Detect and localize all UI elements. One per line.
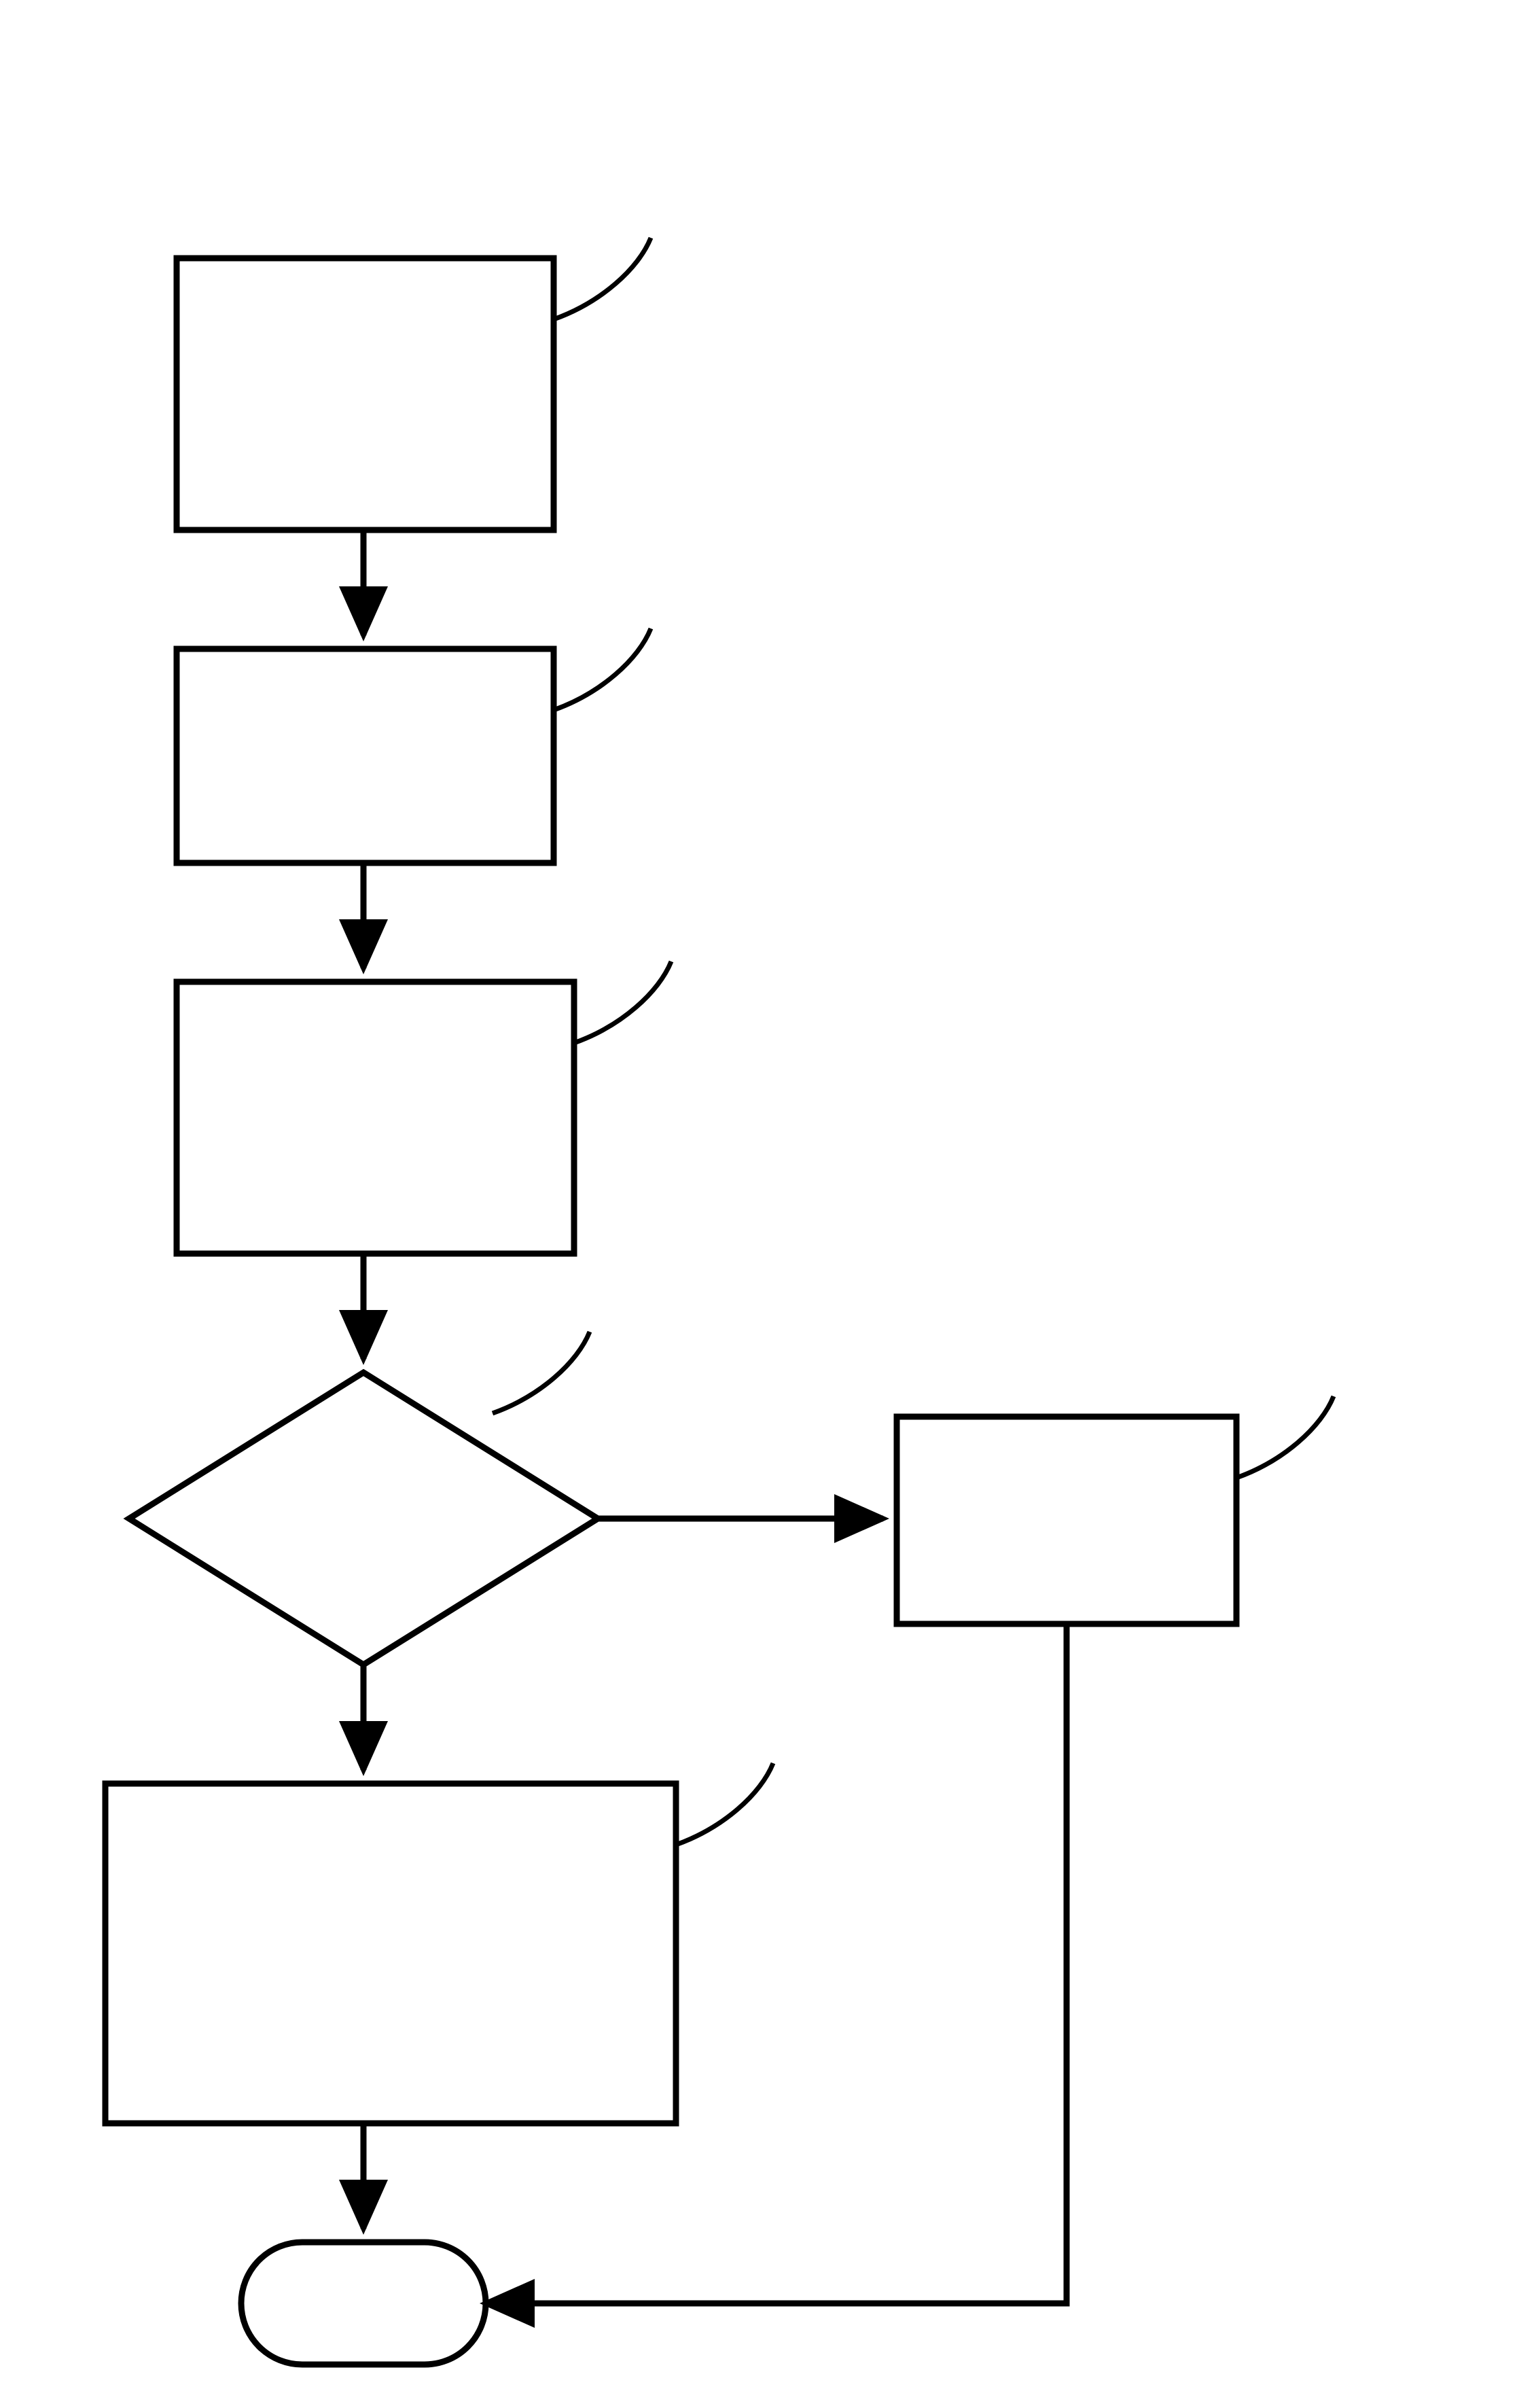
flowchart-canvas-final <box>0 0 1517 2408</box>
